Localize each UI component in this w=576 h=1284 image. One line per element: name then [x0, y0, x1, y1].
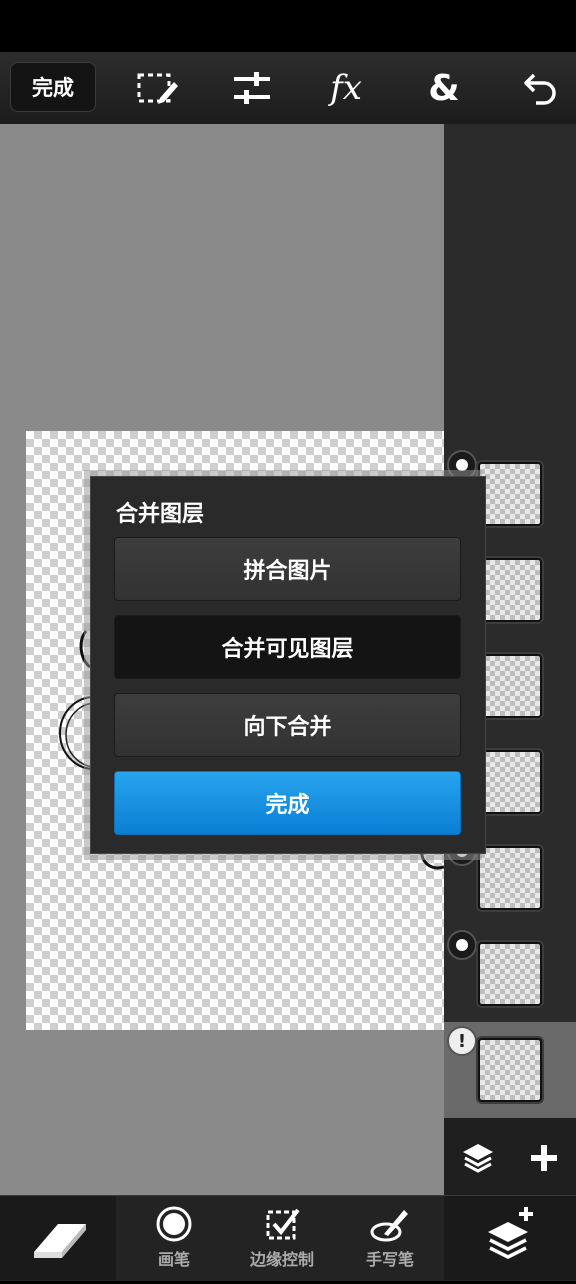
- brush-tool[interactable]: 画笔: [126, 1204, 222, 1274]
- selection-pen-icon[interactable]: [130, 60, 186, 116]
- adjustments-icon[interactable]: [224, 60, 280, 116]
- dialog-done-button[interactable]: 完成: [114, 771, 461, 835]
- brush-icon: [156, 1206, 192, 1242]
- layer-thumbnail[interactable]: [478, 846, 542, 910]
- layer-thumbnail[interactable]: [478, 462, 542, 526]
- layer-thumbnail[interactable]: [478, 558, 542, 622]
- add-layer-tool[interactable]: [444, 1196, 576, 1280]
- stylus-label: 手写笔: [365, 1250, 414, 1269]
- dialog-title: 合并图层: [116, 502, 205, 527]
- add-icon[interactable]: [522, 1136, 566, 1180]
- stylus-tool[interactable]: 手写笔: [342, 1204, 438, 1274]
- flatten-image-button[interactable]: 拼合图片: [114, 537, 461, 601]
- layer-thumbnail[interactable]: [478, 750, 542, 814]
- merge-down-button[interactable]: 向下合并: [114, 693, 461, 757]
- eraser-tool[interactable]: [0, 1196, 116, 1280]
- edge-control-label: 边缘控制: [249, 1250, 314, 1269]
- done-button[interactable]: 完成: [10, 62, 96, 112]
- blend-icon[interactable]: &: [416, 60, 472, 116]
- status-bar: [0, 0, 576, 52]
- eraser-icon: [34, 1224, 86, 1258]
- merge-visible-button[interactable]: 合并可见图层: [114, 615, 461, 679]
- stylus-icon: [370, 1210, 408, 1242]
- fx-icon[interactable]: fx: [318, 60, 374, 116]
- layer-visibility-toggle[interactable]: [447, 930, 477, 960]
- edge-control-tool[interactable]: 边缘控制: [234, 1204, 330, 1274]
- layer-thumbnail[interactable]: [478, 654, 542, 718]
- layer-warning-badge[interactable]: !: [447, 1026, 477, 1056]
- layers-icon[interactable]: [456, 1136, 500, 1180]
- layer-thumbnail[interactable]: [478, 942, 542, 1006]
- layer-thumbnail-selected[interactable]: [478, 1038, 542, 1102]
- add-layer-icon: [488, 1207, 533, 1259]
- undo-icon[interactable]: [512, 60, 568, 116]
- edge-control-icon: [266, 1208, 300, 1240]
- brush-label: 画笔: [157, 1250, 190, 1269]
